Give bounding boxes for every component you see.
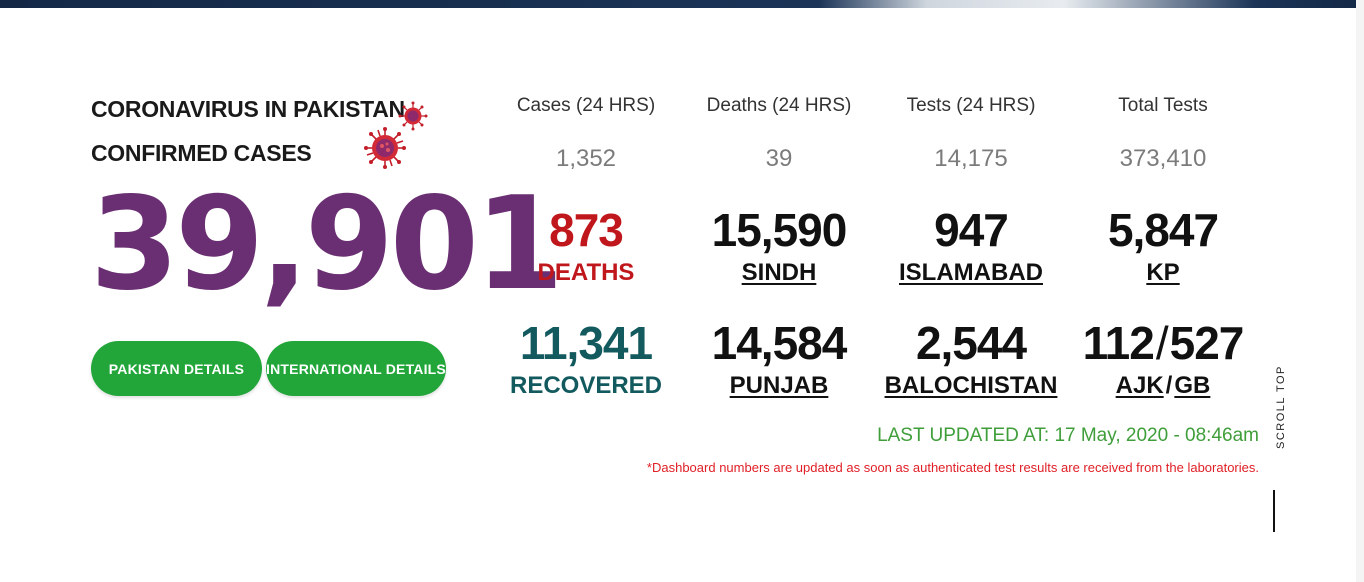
ajk-gb-value: 112/527 <box>1063 316 1263 370</box>
disclaimer-text: *Dashboard numbers are updated as soon a… <box>646 460 1259 475</box>
tests-24h-value: 14,175 <box>934 145 1008 172</box>
sindh-link-wrap: SINDH <box>679 259 879 287</box>
balochistan-link[interactable]: BALOCHISTAN <box>885 372 1058 399</box>
ajk-value: 112 <box>1082 317 1155 369</box>
tests-24h-header: Tests (24 HRS) <box>906 95 1036 116</box>
islamabad-value: 947 <box>934 204 1009 256</box>
cases-24h-value: 1,352 <box>555 145 617 172</box>
islamabad-link[interactable]: ISLAMABAD <box>899 259 1043 286</box>
recovered-value: 11,341 <box>519 317 653 369</box>
title-line-2: CONFIRMED CASES <box>91 140 312 166</box>
pakistan-details-button[interactable]: PAKISTAN DETAILS <box>91 341 262 396</box>
scroll-top-line <box>1273 490 1275 532</box>
deaths-total-value: 873 <box>549 204 624 256</box>
ajk-gb-links: AJK/GB <box>1063 372 1263 400</box>
gb-link[interactable]: GB <box>1174 372 1210 399</box>
deaths-24h-header: Deaths (24 HRS) <box>706 95 852 116</box>
balochistan-value: 2,544 <box>915 317 1027 369</box>
last-updated-text: LAST UPDATED AT: 17 May, 2020 - 08:46am <box>877 425 1259 446</box>
sindh-link[interactable]: SINDH <box>742 259 817 286</box>
gb-value: 527 <box>1169 317 1245 369</box>
ajk-link[interactable]: AJK <box>1116 372 1164 399</box>
kp-value: 5,847 <box>1107 204 1219 256</box>
international-details-button[interactable]: INTERNATIONAL DETAILS <box>266 341 446 396</box>
kp-link-wrap: KP <box>1063 259 1263 287</box>
kp-link[interactable]: KP <box>1146 259 1179 286</box>
dashboard-page: CORONAVIRUS IN PAKISTAN CONFIRMED CASES <box>0 0 1364 582</box>
label-separator: / <box>1165 372 1173 399</box>
scroll-top-button[interactable]: SCROLL TOP <box>1275 365 1289 449</box>
islamabad-link-wrap: ISLAMABAD <box>871 259 1071 287</box>
deaths-24h-value: 39 <box>765 145 793 172</box>
total-tests-value: 373,410 <box>1119 145 1207 172</box>
recovered-label: RECOVERED <box>509 372 663 399</box>
punjab-link[interactable]: PUNJAB <box>730 372 829 399</box>
sindh-value: 15,590 <box>711 204 848 256</box>
title-line-1: CORONAVIRUS IN PAKISTAN <box>91 96 405 122</box>
cases-24h-header: Cases (24 HRS) <box>516 95 656 116</box>
balochistan-link-wrap: BALOCHISTAN <box>871 372 1071 400</box>
coronavirus-icon <box>398 101 428 131</box>
total-tests-header: Total Tests <box>1118 95 1208 116</box>
coronavirus-icon <box>364 127 406 169</box>
punjab-link-wrap: PUNJAB <box>679 372 879 400</box>
top-banner-image <box>0 0 1364 8</box>
punjab-value: 14,584 <box>711 317 848 369</box>
value-separator: / <box>1155 317 1169 369</box>
deaths-label: DEATHS <box>537 259 635 286</box>
page-scrollbar[interactable] <box>1356 0 1364 582</box>
